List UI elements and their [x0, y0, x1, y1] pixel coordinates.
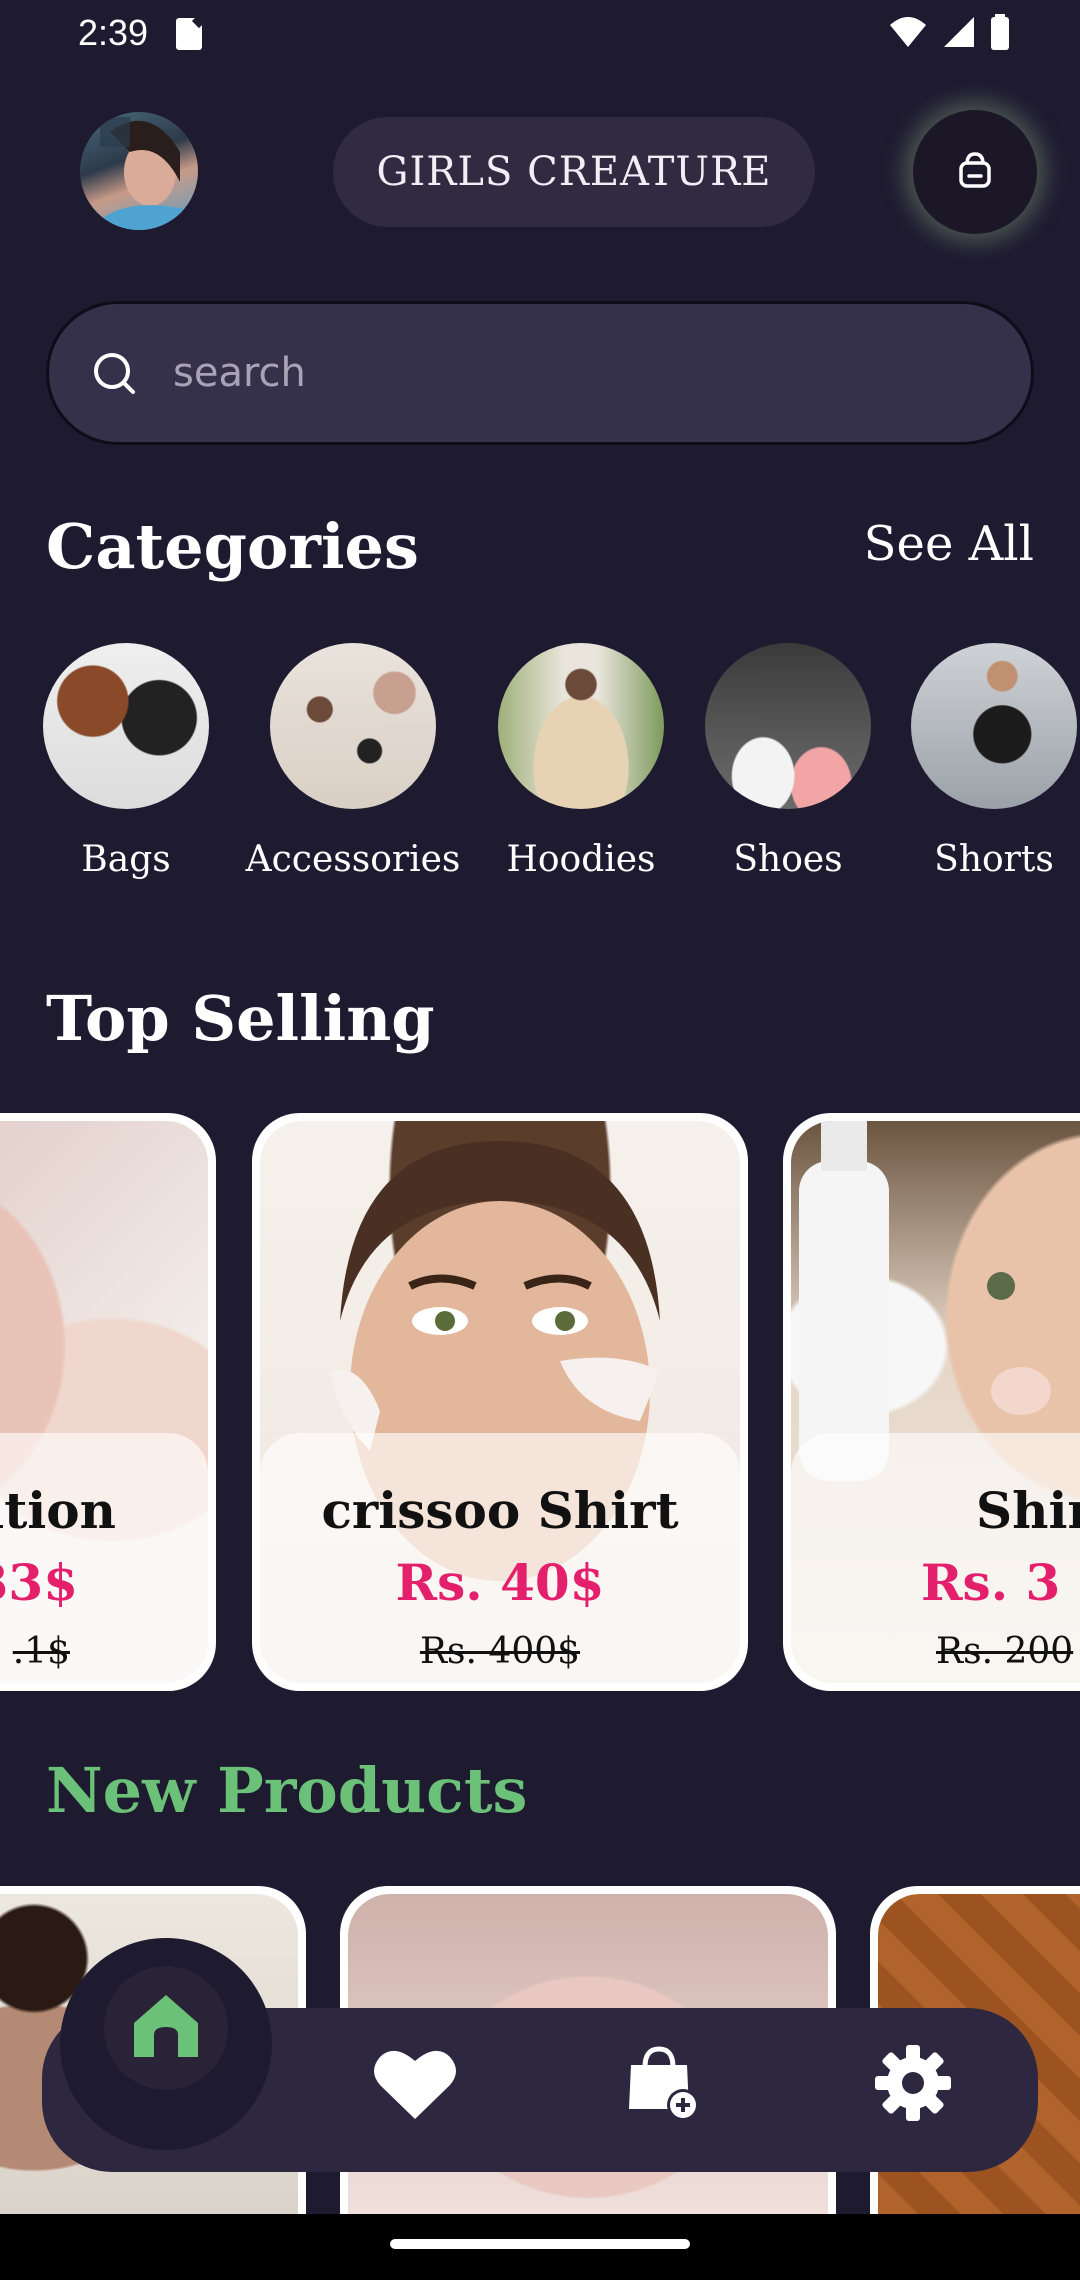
see-all-link[interactable]: See All	[864, 516, 1034, 572]
category-bags[interactable]: Bags	[26, 643, 226, 880]
product-name: ation	[0, 1481, 116, 1540]
cart-button[interactable]	[913, 110, 1037, 234]
status-bar: 2:39	[0, 0, 1080, 70]
product-price: Rs. 40$	[395, 1553, 605, 1612]
nav-bag-button[interactable]	[618, 2040, 708, 2130]
category-image	[270, 643, 436, 809]
nav-home-button[interactable]	[104, 1966, 228, 2090]
product-old-price: Rs. 400$	[419, 1631, 581, 1672]
product-price: 33$	[0, 1553, 78, 1612]
product-card[interactable]: ation 33$ .1$	[0, 1113, 216, 1691]
top-selling-title: Top Selling	[46, 982, 435, 1055]
status-icons	[888, 14, 1010, 50]
shopping-basket-icon	[955, 150, 995, 194]
wifi-icon	[888, 15, 928, 49]
signal-icon	[942, 15, 976, 49]
sim-card-icon	[176, 18, 202, 50]
home-indicator[interactable]	[390, 2239, 690, 2249]
search-input[interactable]	[173, 350, 953, 396]
category-label: Bags	[81, 839, 171, 880]
battery-icon	[990, 14, 1010, 50]
category-hoodies[interactable]: Hoodies	[481, 643, 681, 880]
product-card[interactable]: crissoo Shirt Rs. 40$ Rs. 400$	[252, 1113, 748, 1691]
avatar[interactable]	[80, 112, 198, 230]
category-list: Bags Accessories Hoodies Shoes Shorts	[0, 643, 1080, 903]
category-image	[43, 643, 209, 809]
product-price: Rs. 3	[921, 1553, 1061, 1612]
category-image	[498, 643, 664, 809]
new-products-title: New Products	[46, 1754, 528, 1827]
category-label: Hoodies	[506, 839, 656, 880]
brand-title: GIRLS CREATURE	[376, 149, 772, 195]
top-selling-carousel[interactable]: ation 33$ .1$	[0, 1113, 1080, 1693]
nav-favorites-button[interactable]	[370, 2040, 460, 2130]
category-shoes[interactable]: Shoes	[688, 643, 888, 880]
categories-title: Categories	[46, 510, 419, 583]
status-time: 2:39	[78, 12, 149, 53]
nav-settings-button[interactable]	[868, 2040, 958, 2130]
category-shorts[interactable]: Shorts	[894, 643, 1080, 880]
category-image	[705, 643, 871, 809]
heart-icon	[372, 2045, 458, 2125]
product-name: Shirt	[976, 1481, 1080, 1540]
category-image	[911, 643, 1077, 809]
search-icon	[89, 348, 139, 398]
brand-pill: GIRLS CREATURE	[333, 117, 815, 227]
shopping-bag-add-icon	[623, 2043, 703, 2127]
category-label: Shoes	[733, 839, 843, 880]
category-label: Shorts	[934, 839, 1054, 880]
category-accessories[interactable]: Accessories	[246, 643, 460, 880]
gear-icon	[873, 2043, 953, 2127]
app-screen: 2:39 GIRLS CREATURE search Categories Se…	[0, 0, 1080, 2280]
product-name: crissoo Shirt	[321, 1481, 679, 1540]
product-old-price: .1$	[12, 1631, 70, 1672]
category-label: Accessories	[245, 839, 461, 880]
product-card[interactable]: Shirt Rs. 3 Rs. 200	[783, 1113, 1080, 1691]
home-icon	[128, 1991, 204, 2065]
search-bar[interactable]	[46, 301, 1034, 445]
product-old-price: Rs. 200	[936, 1631, 1074, 1672]
